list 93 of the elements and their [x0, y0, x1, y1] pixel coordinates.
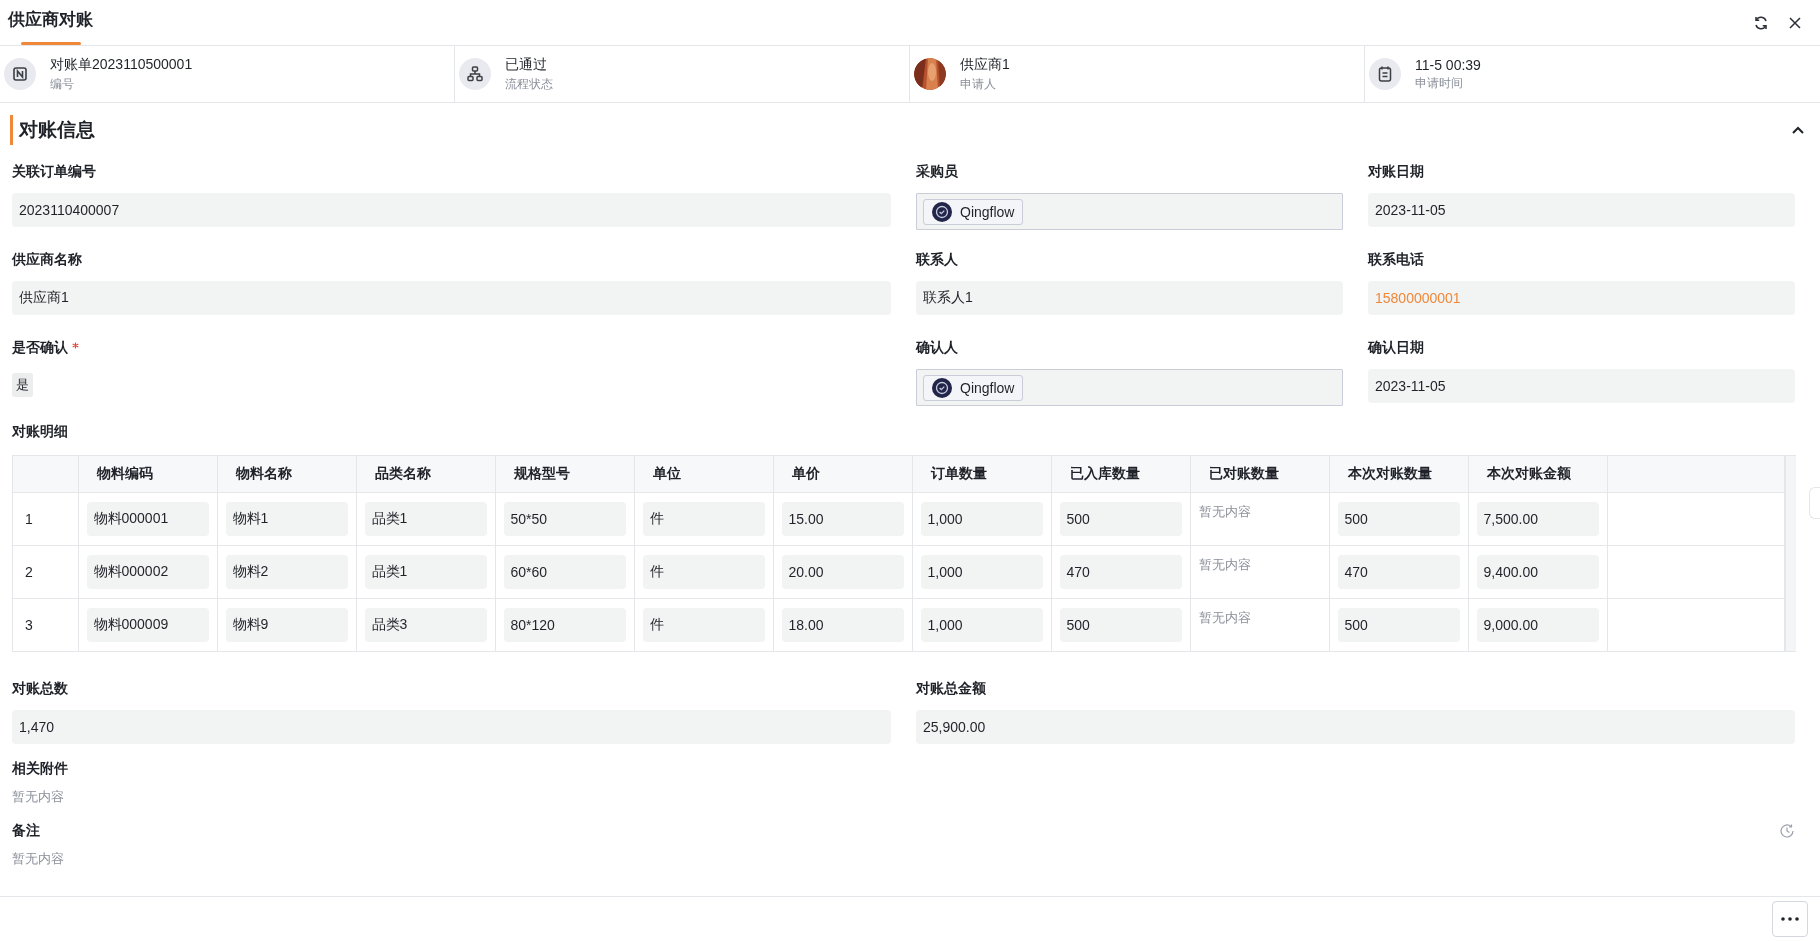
avatar-icon [932, 377, 952, 398]
form-field: 2023-11-05 [1368, 369, 1795, 403]
empty-text: 暂无内容 [1198, 504, 1251, 519]
cell-field: 500 [1337, 608, 1460, 642]
cell-field: 物料000009 [86, 608, 209, 642]
cell-field: 500 [1337, 502, 1460, 536]
cell-field: 件 [642, 502, 765, 536]
field-label: 对账总数 [12, 680, 68, 698]
form-field: 25,900.00 [916, 710, 1795, 744]
cell-field: 9,400.00 [1476, 555, 1599, 589]
cell-field: 件 [642, 555, 765, 589]
row-number: 1 [13, 492, 78, 546]
field-label: 是否确认 [12, 339, 68, 357]
field-label: 确认人 [916, 339, 958, 357]
column-header: 单位 [634, 456, 773, 493]
cell-field: 500 [1059, 608, 1182, 642]
column-header: 已对账数量 [1190, 456, 1329, 493]
summary-value: 供应商1 [960, 55, 1010, 74]
empty-text: 暂无内容 [12, 788, 65, 806]
cell-field: 品类1 [364, 555, 487, 589]
cell-field: 物料9 [225, 608, 348, 642]
value-tag: 是 [12, 373, 33, 397]
form-field: 2023110400007 [12, 193, 891, 227]
table-scrollbar[interactable] [1785, 456, 1796, 651]
field-label: 对账日期 [1368, 163, 1424, 181]
summary-value: 对账单2023110500001 [50, 55, 193, 74]
empty-text: 暂无内容 [1198, 610, 1251, 625]
column-header: 物料名称 [217, 456, 356, 493]
cell-field: 件 [642, 608, 765, 642]
calendar-icon [1369, 58, 1401, 90]
cell-field: 品类1 [364, 502, 487, 536]
column-header: 订单数量 [912, 456, 1051, 493]
field-label: 对账总金额 [916, 680, 986, 698]
cell-field: 物料2 [225, 555, 348, 589]
cell-field: 50*50 [503, 502, 626, 536]
summary-caption: 编号 [50, 75, 75, 93]
cell-field: 470 [1059, 555, 1182, 589]
table-label: 对账明细 [12, 423, 69, 441]
section-title: 对账信息 [10, 115, 95, 145]
empty-text: 暂无内容 [12, 850, 65, 868]
cell-field: 500 [1059, 502, 1182, 536]
field-label: 采购员 [916, 163, 958, 181]
cell-field: 470 [1337, 555, 1460, 589]
cell-field: 物料000002 [86, 555, 209, 589]
cell-field: 物料1 [225, 502, 348, 536]
summary-caption: 申请时间 [1415, 74, 1464, 92]
field-label: 供应商名称 [12, 251, 82, 269]
cell-field: 60*60 [503, 555, 626, 589]
history-icon[interactable] [1779, 823, 1795, 839]
tab[interactable]: 供应商对账 [8, 0, 93, 45]
column-header: 物料编码 [78, 456, 217, 493]
column-header: 本次对账金额 [1468, 456, 1607, 493]
field-label: 联系人 [916, 251, 958, 269]
column-header: 单价 [773, 456, 912, 493]
cell-field: 1,000 [920, 502, 1043, 536]
letter-n-icon [4, 58, 36, 90]
field-label: 确认日期 [1368, 339, 1424, 357]
cell-field: 18.00 [781, 608, 904, 642]
form-field: 2023-11-05 [1368, 193, 1795, 227]
summary-value: 11-5 00:39 [1415, 56, 1481, 73]
cell-field: 1,000 [920, 555, 1043, 589]
field-label: 关联订单编号 [12, 163, 96, 181]
column-header: 已入库数量 [1051, 456, 1190, 493]
phone-field: 15800000001 [1368, 281, 1795, 315]
cell-field: 15.00 [781, 502, 904, 536]
user-chip: Qingflow [923, 374, 1024, 401]
user-chip: Qingflow [923, 198, 1024, 225]
row-number: 3 [13, 598, 78, 651]
form-field: 供应商1 [12, 281, 891, 315]
column-header: 本次对账数量 [1329, 456, 1468, 493]
column-header: 品类名称 [356, 456, 495, 493]
cell-field: 80*120 [503, 608, 626, 642]
cell-field: 1,000 [920, 608, 1043, 642]
form-field: 1,470 [12, 710, 891, 744]
field-label: 联系电话 [1368, 251, 1424, 269]
cell-field: 7,500.00 [1476, 502, 1599, 536]
cell-field: 物料000001 [86, 502, 209, 536]
cell-field: 20.00 [781, 555, 904, 589]
cell-field: 9,000.00 [1476, 608, 1599, 642]
field-label: 备注 [12, 822, 40, 840]
field-label: 相关附件 [12, 760, 68, 778]
column-header: 规格型号 [495, 456, 634, 493]
avatar-icon [932, 201, 952, 222]
summary-caption: 申请人 [960, 75, 997, 93]
empty-text: 暂无内容 [1198, 557, 1251, 572]
summary-value: 已通过 [505, 55, 548, 74]
side-handle[interactable] [1809, 487, 1820, 519]
summary-caption: 流程状态 [505, 75, 553, 93]
flow-chart-icon [459, 58, 491, 90]
row-number: 2 [13, 545, 78, 599]
more-icon[interactable] [1772, 901, 1808, 937]
cell-field: 品类3 [364, 608, 487, 642]
form-field: 联系人1 [916, 281, 1343, 315]
